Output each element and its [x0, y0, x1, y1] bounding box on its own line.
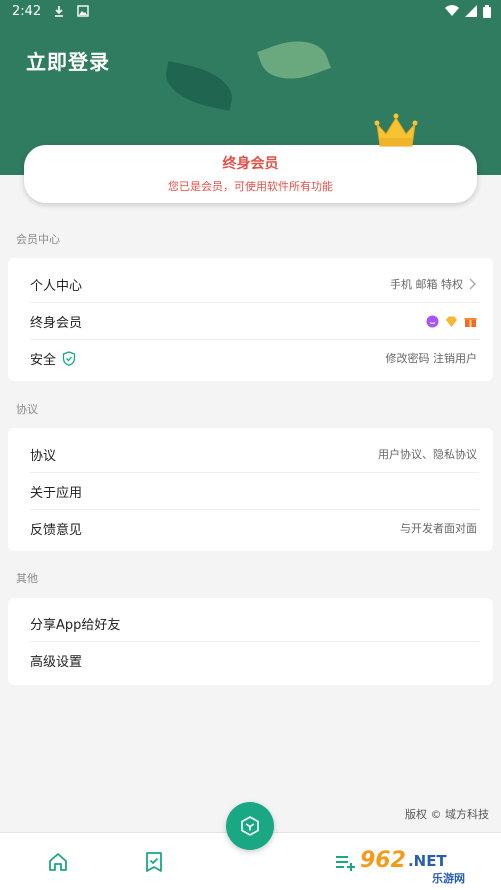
- shield-check-icon: [62, 350, 76, 366]
- row-detail: 与开发者面对面: [400, 522, 477, 535]
- bookmark-check-icon[interactable]: [143, 851, 165, 873]
- watermark-suffix: .NET: [407, 851, 447, 870]
- row-detail: 用户协议、隐私协议: [378, 448, 477, 461]
- signal-icon: [465, 5, 477, 17]
- watermark-number: 962: [360, 848, 406, 873]
- diamond-badge-icon: [446, 316, 457, 327]
- row-detail: 修改密码 注销用户: [385, 352, 478, 365]
- vip-crown-icon: [374, 113, 418, 147]
- cube-icon: [241, 816, 259, 836]
- home-icon[interactable]: [47, 851, 69, 873]
- agreements-card: 协议 用户协议、隐私协议 关于应用 反馈意见 与开发者面对面: [8, 428, 493, 551]
- row-personal-center[interactable]: 个人中心 手机 邮箱 特权: [8, 266, 493, 302]
- section-label-member-center: 会员中心: [16, 233, 60, 246]
- center-action-button[interactable]: [226, 802, 274, 850]
- row-label: 高级设置: [30, 654, 83, 670]
- gift-badge-icon: [464, 317, 477, 327]
- row-agreement[interactable]: 协议 用户协议、隐私协议: [8, 436, 493, 472]
- watermark-text: 乐游网: [432, 872, 465, 885]
- row-label: 反馈意见: [30, 522, 83, 538]
- playlist-add-icon[interactable]: [334, 851, 356, 873]
- image-icon: [77, 5, 89, 17]
- section-label-agreements: 协议: [16, 403, 38, 416]
- leaf-decoration: [257, 30, 331, 90]
- row-share-app[interactable]: 分享App给好友: [8, 605, 493, 641]
- status-time: 2:42: [12, 3, 42, 19]
- login-button[interactable]: 立即登录: [26, 46, 110, 75]
- row-lifetime-member[interactable]: 终身会员: [8, 303, 493, 339]
- row-advanced-settings[interactable]: 高级设置: [8, 642, 493, 678]
- row-label: 分享App给好友: [30, 617, 121, 633]
- row-detail: 手机 邮箱 特权: [390, 278, 463, 291]
- watermark-logo: 962 .NET 乐游网: [360, 848, 465, 885]
- smile-badge-icon: [426, 315, 439, 327]
- status-bar: 2:42: [0, 0, 501, 22]
- row-label: 协议: [30, 448, 57, 464]
- member-title: 终身会员: [222, 156, 279, 172]
- row-feedback[interactable]: 反馈意见 与开发者面对面: [8, 510, 493, 546]
- leaf-decoration: [161, 61, 237, 111]
- others-card: 分享App给好友 高级设置: [8, 598, 493, 685]
- member-center-card: 个人中心 手机 邮箱 特权 终身会员 安全 修改密码 注销用户: [8, 258, 493, 381]
- row-label: 终身会员: [30, 315, 83, 331]
- section-label-others: 其他: [16, 572, 38, 585]
- copyright-text: 版权 © 域方科技: [405, 808, 489, 821]
- download-icon: [55, 6, 64, 17]
- battery-icon: [483, 4, 491, 18]
- row-security[interactable]: 安全 修改密码 注销用户: [8, 340, 493, 376]
- row-about-app[interactable]: 关于应用: [8, 473, 493, 509]
- row-label: 安全: [30, 352, 57, 368]
- wifi-icon: [445, 5, 459, 17]
- member-status-card[interactable]: 终身会员 您已是会员，可使用软件所有功能: [24, 145, 477, 203]
- chevron-right-icon: [469, 278, 476, 290]
- row-label: 关于应用: [30, 485, 83, 501]
- member-subtitle: 您已是会员，可使用软件所有功能: [168, 180, 333, 193]
- row-label: 个人中心: [30, 278, 83, 294]
